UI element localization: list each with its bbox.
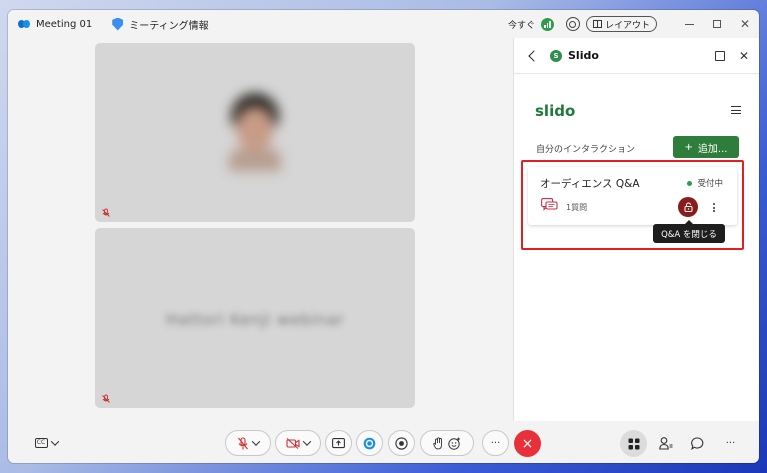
participant-name: Hattori Kenji webinar [165,310,345,329]
share-screen-icon [332,437,345,448]
muted-mic-icon [102,394,110,403]
close-window-button[interactable]: ✕ [731,10,759,38]
title-bar: Meeting 01 ミーティング情報 今すぐ レイアウト ✕ [8,10,759,38]
recording-icon[interactable] [565,17,580,31]
unlock-icon [684,202,692,212]
qa-chat-icon [541,198,558,211]
card-title: オーディエンス Q&A [540,178,640,190]
plus-icon: + [684,141,693,153]
more-options-icon[interactable] [713,203,715,212]
video-tile-participant[interactable]: Hattori Kenji webinar [95,228,415,408]
shield-icon[interactable] [112,17,124,31]
now-label: 今すぐ [507,20,535,31]
emoji-reaction-icon[interactable] [448,437,461,450]
captions-button[interactable]: CC [30,434,62,452]
captions-icon: CC [34,438,48,448]
back-icon[interactable] [528,49,540,62]
participants-button[interactable] [652,430,679,457]
end-call-icon: × [521,435,534,452]
more-button[interactable]: ··· [482,430,509,456]
participant-video [227,91,283,171]
add-button-label: 追加... [697,143,728,155]
network-status-icon[interactable] [540,17,554,31]
maximize-icon [713,20,721,28]
video-button[interactable] [275,430,321,456]
ai-assistant-icon [363,437,376,449]
layout-button[interactable]: レイアウト [585,16,657,32]
close-qa-tooltip: Q&A を閉じる [653,220,725,243]
camera-off-icon [286,437,300,449]
chevron-down-icon [302,437,312,446]
webex-ai-button[interactable] [356,430,383,456]
minimize-icon [684,23,694,25]
panel-header: S Slido ✕ [514,38,759,74]
close-qa-button[interactable] [678,197,698,217]
webex-logo-icon [18,19,30,29]
interactions-label: 自分のインタラクション [536,145,636,155]
raise-hand-icon[interactable] [433,436,444,450]
video-tile-self[interactable] [95,43,415,222]
more-horizontal-icon: ··· [725,438,736,449]
slido-logo: slido [535,102,576,120]
muted-mic-icon [102,208,110,217]
popout-icon[interactable] [714,50,725,61]
close-icon: ✕ [739,17,751,31]
meeting-info-link[interactable]: ミーティング情報 [129,17,208,32]
add-button[interactable]: + 追加... [673,136,739,158]
apps-grid-icon [628,438,639,449]
participants-icon [658,437,672,450]
question-count: 1質問 [566,203,588,212]
reactions-group[interactable] [420,430,474,456]
minimize-button[interactable] [675,10,703,38]
more-icon: ··· [490,437,501,449]
chat-bubble-icon [691,437,704,450]
panel-title: Slido [568,49,599,62]
status-text: 受付中 [697,179,723,189]
slido-panel: S Slido ✕ slido 自分のインタラクション + 追加... オーディ… [513,38,759,421]
more-panels-button[interactable]: ··· [717,430,744,457]
mic-muted-icon [238,436,248,449]
record-button[interactable] [388,430,415,456]
mute-button[interactable] [225,430,271,456]
slido-app-icon: S [550,49,562,62]
close-panel-icon[interactable]: ✕ [739,50,749,62]
layout-label: レイアウト [604,20,650,31]
chevron-down-icon [50,437,59,446]
meeting-window: Meeting 01 ミーティング情報 今すぐ レイアウト ✕ Hattori … [8,10,759,463]
record-icon [395,436,408,450]
maximize-button[interactable] [703,10,731,38]
chevron-down-icon [251,437,261,446]
share-button[interactable] [325,430,352,456]
grid-icon [592,20,602,28]
status-badge: 受付中 [687,177,723,189]
apps-button[interactable] [620,430,647,457]
audience-qa-card[interactable]: オーディエンス Q&A 受付中 1質問 [528,167,737,225]
status-dot-icon [687,180,693,186]
meeting-title: Meeting 01 [36,18,93,30]
end-call-button[interactable]: × [514,430,541,457]
menu-icon[interactable] [731,106,741,114]
chat-button[interactable] [684,430,711,457]
